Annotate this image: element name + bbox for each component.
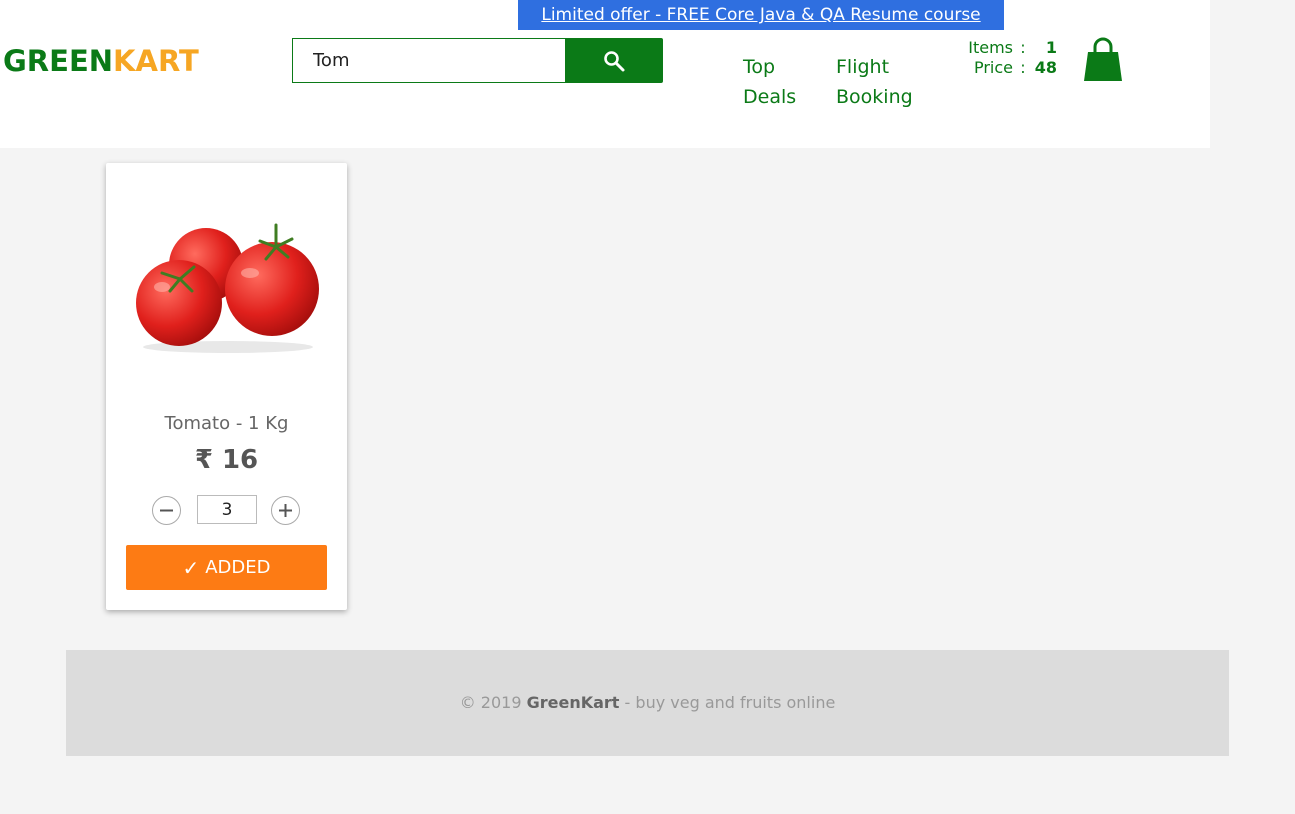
footer: © 2019 GreenKart - buy veg and fruits on… [66,650,1229,756]
search-input[interactable] [292,38,566,83]
nav-top-deals-line2: Deals [743,86,797,108]
nav-flight-booking-line2: Booking [836,86,913,108]
promo-link[interactable]: Limited offer - FREE Core Java & QA Resu… [518,0,1004,30]
search-icon [604,50,625,71]
plus-icon [279,504,292,517]
search-bar [292,38,663,83]
product-price: ₹ 16 [194,445,259,475]
footer-copyright: © 2019 [459,693,522,712]
cart-items-label: Items [968,38,1013,57]
product-name: Tomato - 1 Kg [164,413,289,434]
nav-flight-booking-line1: Flight [836,56,890,78]
footer-tagline: - buy veg and fruits online [624,693,836,712]
cart-price-label: Price [973,58,1013,77]
cart-price-value: 48 [1034,58,1057,77]
cart-price-separator: : [1020,58,1026,77]
tomato-image [136,223,319,353]
cart-button[interactable] [1082,37,1124,83]
logo: GREENKART [3,44,199,78]
quantity-input[interactable] [197,495,257,524]
added-button-label: ADDED [205,557,271,578]
added-button[interactable]: ✓ ADDED [126,545,327,590]
product-card: Tomato - 1 Kg ₹ 16 ✓ ADDED [106,163,347,610]
cart-items-separator: : [1020,38,1026,57]
nav-top-deals-line1: Top [743,56,776,78]
cart-items-count: 1 [1045,38,1057,57]
shopping-bag-icon [1084,37,1122,81]
check-icon: ✓ [182,555,200,580]
cart-price-row: Price : 48 [955,58,1065,78]
logo-kart: KART [113,44,199,78]
nav-top-deals[interactable]: Top Deals [743,52,813,112]
logo-green: GREEN [3,44,114,78]
footer-brand: GreenKart [526,693,620,712]
header: Limited offer - FREE Core Java & QA Resu… [0,0,1210,148]
increment-button[interactable] [271,496,300,525]
search-button[interactable] [565,38,663,83]
nav-flight-booking[interactable]: Flight Booking [836,52,926,112]
cart-summary: Items : 1 Price : 48 [955,38,1065,78]
quantity-stepper [152,494,302,526]
decrement-button[interactable] [152,496,181,525]
minus-icon [160,509,173,512]
cart-items-row: Items : 1 [955,38,1065,58]
